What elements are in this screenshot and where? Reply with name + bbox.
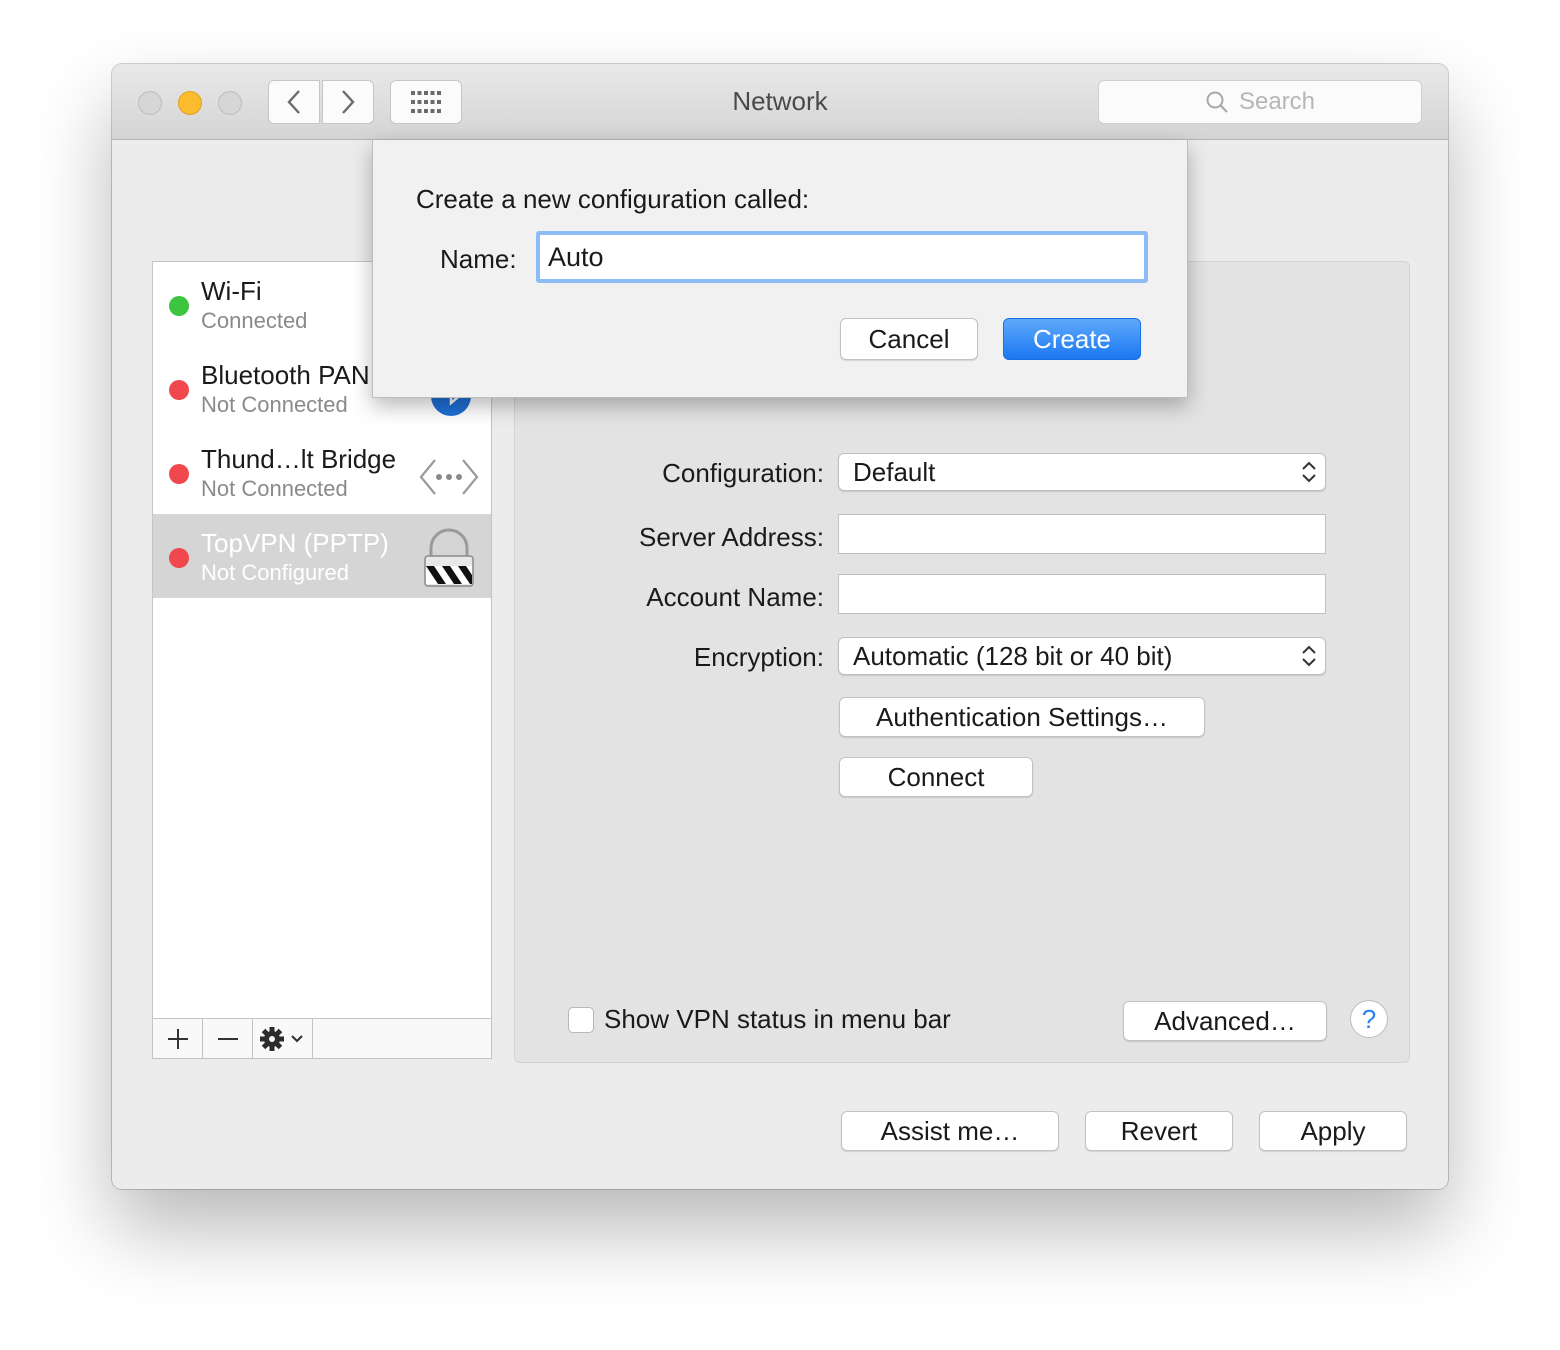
authentication-settings-button[interactable]: Authentication Settings… [839, 697, 1205, 737]
thunderbolt-bridge-icon [419, 459, 479, 495]
service-status: Not Connected [201, 392, 348, 417]
service-status: Not Connected [201, 476, 348, 501]
search-icon [1206, 91, 1228, 113]
encryption-value: Automatic (128 bit or 40 bit) [853, 641, 1173, 671]
encryption-label: Encryption: [693, 642, 824, 672]
help-button[interactable]: ? [1350, 1000, 1388, 1038]
gear-icon [259, 1026, 303, 1051]
apply-button[interactable]: Apply [1259, 1111, 1407, 1151]
status-dot-not-connected [169, 380, 189, 400]
cancel-button[interactable]: Cancel [840, 318, 978, 360]
create-button[interactable]: Create [1003, 318, 1141, 360]
service-item-thunderbolt-bridge[interactable]: Thund…lt Bridge Not Connected [153, 430, 491, 514]
service-status: Connected [201, 308, 308, 333]
service-status: Not Configured [201, 560, 349, 585]
configuration-name-input[interactable]: Auto [536, 231, 1148, 283]
titlebar: Network Search [112, 64, 1448, 140]
search-placeholder: Search [1238, 88, 1316, 115]
configuration-value: Default [853, 457, 936, 487]
show-vpn-status-label: Show VPN status in menu bar [604, 1004, 951, 1034]
service-name: Bluetooth PAN [201, 360, 370, 390]
connect-button[interactable]: Connect [839, 757, 1033, 797]
status-dot-not-connected [169, 464, 189, 484]
network-preferences-window: Network Search Wi-Fi Connected Bluetooth… [112, 64, 1448, 1189]
updown-arrows-icon [1302, 645, 1316, 667]
status-dot-not-configured [169, 548, 189, 568]
plus-icon [167, 1028, 188, 1049]
minus-icon [217, 1037, 238, 1040]
server-address-field[interactable] [838, 514, 1326, 554]
status-dot-connected [169, 296, 189, 316]
add-service-button[interactable] [153, 1019, 203, 1058]
service-item-topvpn[interactable]: TopVPN (PPTP) Not Configured [153, 514, 491, 598]
remove-service-button[interactable] [203, 1019, 253, 1058]
account-name-label: Account Name: [646, 582, 824, 612]
configuration-popup[interactable]: Default [838, 453, 1326, 491]
service-name: TopVPN (PPTP) [201, 528, 389, 558]
vpn-lock-icon [424, 528, 474, 587]
assist-me-button[interactable]: Assist me… [841, 1111, 1059, 1151]
service-name: Wi-Fi [201, 276, 262, 306]
sheet-prompt: Create a new configuration called: [416, 184, 810, 214]
configuration-label: Configuration: [662, 458, 824, 488]
updown-arrows-icon [1302, 461, 1316, 483]
service-action-menu[interactable] [253, 1019, 313, 1058]
account-name-field[interactable] [838, 574, 1326, 614]
encryption-popup[interactable]: Automatic (128 bit or 40 bit) [838, 637, 1326, 675]
server-address-label: Server Address: [639, 522, 824, 552]
advanced-button[interactable]: Advanced… [1123, 1001, 1327, 1041]
revert-button[interactable]: Revert [1085, 1111, 1233, 1151]
search-field[interactable]: Search [1098, 80, 1422, 124]
show-vpn-status-checkbox[interactable] [568, 1007, 594, 1033]
service-list-toolbar [153, 1018, 491, 1058]
name-label: Name: [440, 244, 517, 274]
new-configuration-sheet: Create a new configuration called: Name:… [372, 140, 1188, 398]
service-name: Thund…lt Bridge [201, 444, 397, 474]
